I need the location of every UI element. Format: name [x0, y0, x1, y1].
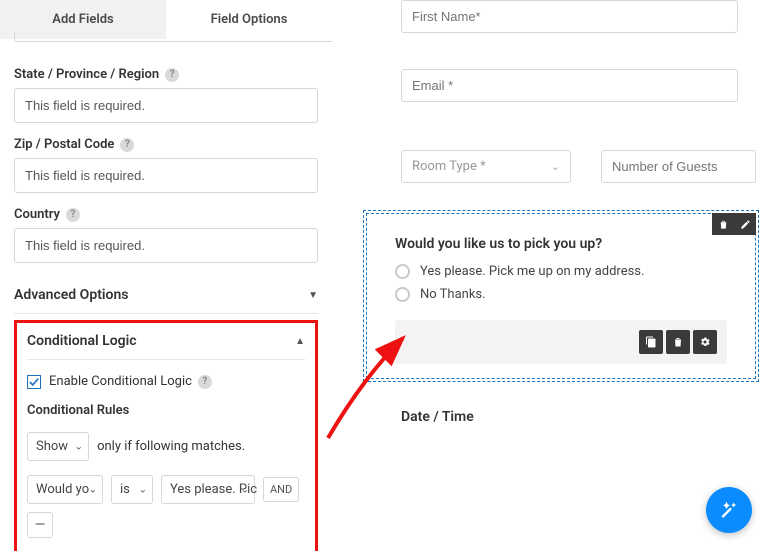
- chevron-down-icon: ⌄: [241, 484, 249, 495]
- and-button[interactable]: AND: [263, 477, 299, 502]
- gear-icon[interactable]: [693, 330, 717, 354]
- help-icon[interactable]: ?: [198, 375, 212, 389]
- advanced-options-header[interactable]: Advanced Options ▼: [14, 277, 318, 314]
- rule-op-select[interactable]: is ⌄: [111, 475, 153, 504]
- radio-label-1: Yes please. Pick me up on my address.: [420, 264, 644, 279]
- fab-button[interactable]: [706, 487, 752, 533]
- state-input[interactable]: [14, 88, 318, 123]
- remove-rule-button[interactable]: —: [27, 512, 53, 538]
- radio-option-1[interactable]: [395, 264, 410, 279]
- radio-label-2: No Thanks.: [420, 287, 486, 302]
- chevron-down-icon: ⌄: [551, 160, 560, 173]
- only-if-text: only if following matches.: [97, 439, 245, 454]
- chevron-down-icon: ⌄: [139, 484, 147, 495]
- copy-icon[interactable]: [639, 330, 663, 354]
- conditional-logic-label: Conditional Logic: [27, 333, 137, 349]
- show-value: Show: [36, 439, 68, 454]
- show-select[interactable]: Show ⌄: [27, 432, 89, 461]
- help-icon[interactable]: ?: [120, 138, 134, 152]
- help-icon[interactable]: ?: [66, 208, 80, 222]
- trash-icon[interactable]: [666, 330, 690, 354]
- date-time-label: Date / Time: [401, 409, 756, 425]
- room-type-select[interactable]: Room Type * ⌄: [401, 150, 571, 183]
- zip-label: Zip / Postal Code: [14, 137, 114, 152]
- rule-field-value: Would yo: [36, 482, 89, 497]
- help-icon[interactable]: ?: [165, 68, 179, 82]
- zip-input[interactable]: [14, 158, 318, 193]
- email-field[interactable]: [401, 69, 738, 102]
- guests-field[interactable]: [601, 150, 756, 183]
- conditional-logic-header[interactable]: Conditional Logic ▲: [27, 323, 305, 360]
- chevron-up-icon: ▲: [295, 336, 305, 347]
- enable-conditional-label: Enable Conditional Logic: [49, 374, 192, 389]
- selected-field-container[interactable]: Would you like us to pick you up? Yes pl…: [366, 213, 756, 379]
- state-label: State / Province / Region: [14, 67, 159, 82]
- enable-conditional-checkbox[interactable]: [27, 375, 41, 389]
- radio-option-2[interactable]: [395, 287, 410, 302]
- rule-value-select[interactable]: Yes please. Pic ⌄: [161, 475, 255, 504]
- rule-field-select[interactable]: Would yo ⌄: [27, 475, 103, 504]
- conditional-logic-highlight: Conditional Logic ▲ Enable Conditional L…: [14, 320, 318, 551]
- advanced-options-label: Advanced Options: [14, 287, 128, 303]
- conditional-rules-label: Conditional Rules: [27, 403, 305, 418]
- delete-field-button[interactable]: [712, 213, 734, 235]
- question-label: Would you like us to pick you up?: [395, 236, 727, 252]
- first-name-field[interactable]: [401, 0, 738, 33]
- field-toolbar: [395, 320, 727, 364]
- chevron-down-icon: ⌄: [75, 441, 83, 452]
- chevron-down-icon: ⌄: [89, 484, 97, 495]
- truncated-field: [14, 32, 332, 42]
- room-type-placeholder: Room Type *: [412, 159, 486, 174]
- country-label: Country: [14, 207, 60, 222]
- edit-field-button[interactable]: [734, 213, 756, 235]
- country-input[interactable]: [14, 228, 318, 263]
- chevron-down-icon: ▼: [308, 290, 318, 301]
- rule-op-value: is: [120, 482, 130, 497]
- wand-icon: [719, 500, 739, 520]
